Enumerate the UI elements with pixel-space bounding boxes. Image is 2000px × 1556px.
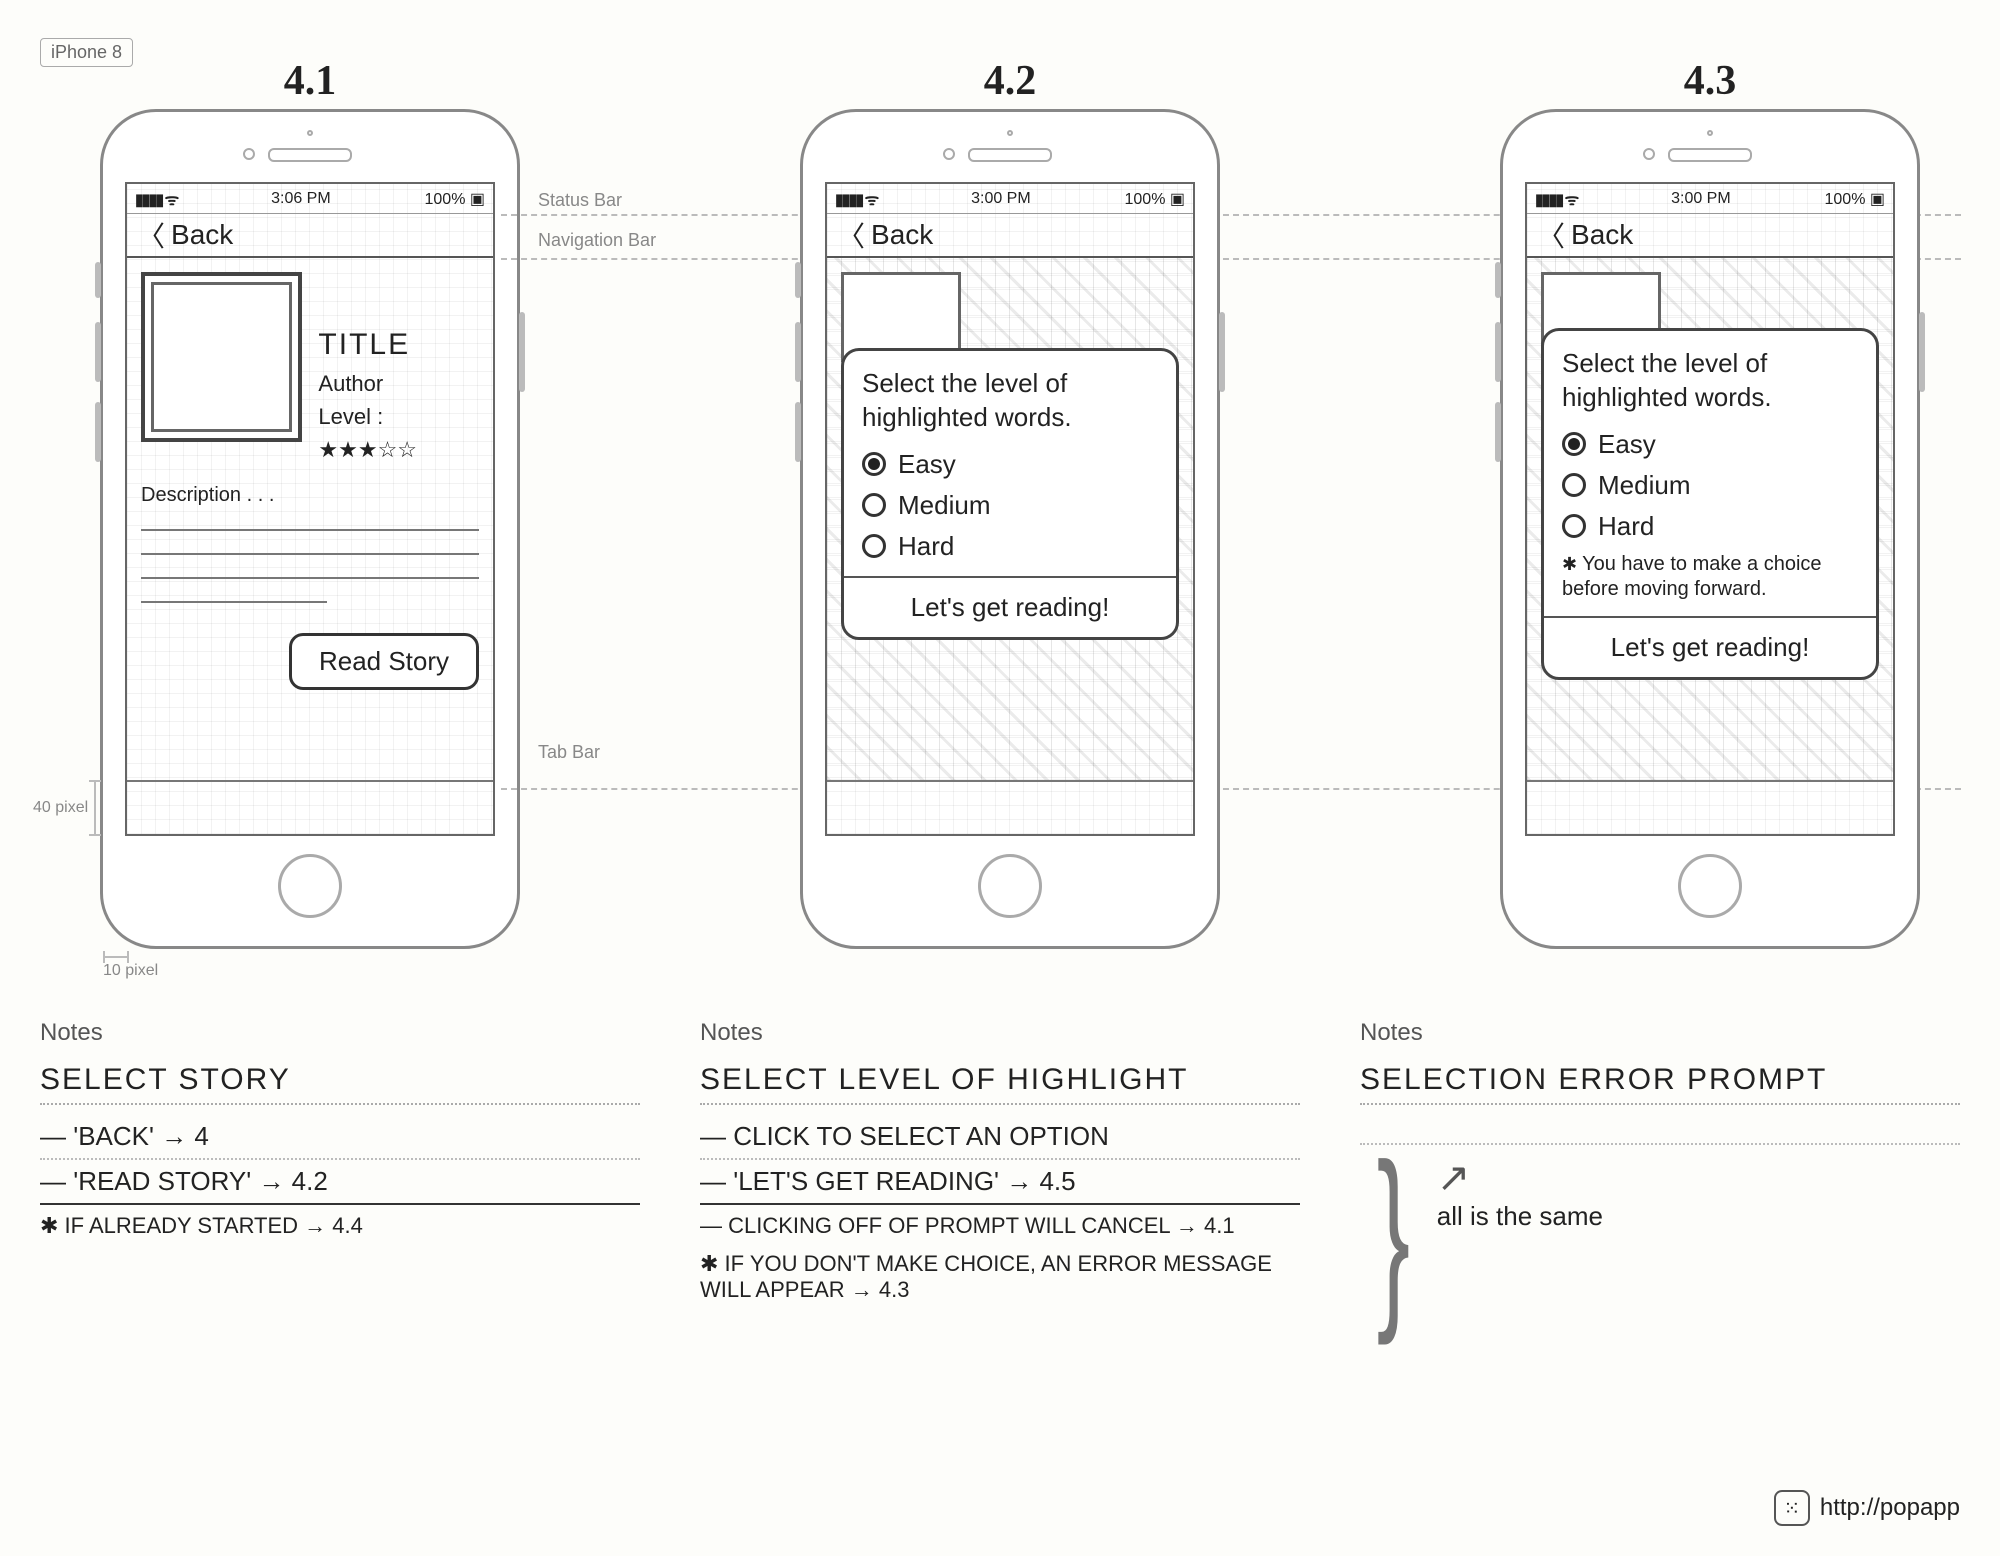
- option-label: Hard: [1598, 511, 1654, 542]
- radio-unchecked-icon: [1562, 473, 1586, 497]
- arrow-doodle-icon: ↗: [1437, 1155, 1603, 1201]
- notes-title-3: SELECTION ERROR PROMPT: [1360, 1063, 1960, 1105]
- back-button[interactable]: 〈 Back: [1537, 215, 1633, 255]
- story-meta: TITLE Author Level : ★★★☆☆: [318, 322, 479, 466]
- notes-col-2: Notes SELECT LEVEL OF HIGHLIGHT — CLICK …: [700, 1019, 1300, 1315]
- level-select-modal-error: Select the level of highlighted words. E…: [1541, 328, 1879, 680]
- note-footnote: IF ALREADY STARTED → 4.4: [40, 1205, 640, 1243]
- option-label: Medium: [898, 490, 990, 521]
- tab-bar: [127, 780, 493, 834]
- option-medium[interactable]: Medium: [1562, 470, 1858, 501]
- status-time: 3:00 PM: [971, 190, 1031, 208]
- note-sub: — CLICKING OFF OF PROMPT WILL CANCEL → 4…: [700, 1205, 1300, 1243]
- notes-heading: Notes: [40, 1019, 640, 1047]
- app-icon: ⁙: [1774, 1490, 1810, 1526]
- back-button[interactable]: 〈 Back: [137, 215, 233, 255]
- lets-get-reading-button[interactable]: Let's get reading!: [844, 576, 1176, 637]
- radio-unchecked-icon: [862, 534, 886, 558]
- story-author: Author: [318, 367, 479, 400]
- brace-icon: }: [1377, 1155, 1410, 1315]
- read-story-button[interactable]: Read Story: [289, 633, 479, 690]
- home-button-icon: [278, 854, 342, 918]
- label-tab-bar: Tab Bar: [538, 742, 600, 763]
- footer-link[interactable]: ⁙ http://popapp: [1774, 1490, 1960, 1526]
- description-label: Description . . .: [141, 484, 479, 507]
- story-level-label: Level :: [318, 404, 383, 429]
- screen-number-1: 4.1: [284, 57, 337, 105]
- radio-checked-icon: [1562, 432, 1586, 456]
- radio-unchecked-icon: [1562, 514, 1586, 538]
- option-hard[interactable]: Hard: [862, 531, 1158, 562]
- description-placeholder-lines: [141, 517, 479, 603]
- notes-col-1: Notes SELECT STORY — 'BACK' → 4 — 'READ …: [40, 1019, 640, 1315]
- tab-bar: [827, 780, 1193, 834]
- option-label: Easy: [1598, 429, 1656, 460]
- screen-number-3: 4.3: [1684, 57, 1737, 105]
- home-button-icon: [1678, 854, 1742, 918]
- error-message: You have to make a choice before moving …: [1562, 552, 1858, 602]
- status-bar: ▮▮▮▮ ᯤ 3:06 PM 100% ▣: [127, 184, 493, 214]
- option-medium[interactable]: Medium: [862, 490, 1158, 521]
- ruler-vertical: 40 pixel: [33, 780, 96, 836]
- back-label: Back: [171, 219, 233, 251]
- label-status-bar: Status Bar: [538, 190, 622, 211]
- lets-get-reading-button[interactable]: Let's get reading!: [1544, 616, 1876, 677]
- note-footnote: IF YOU DON'T MAKE CHOICE, AN ERROR MESSA…: [700, 1243, 1300, 1307]
- home-button-icon: [978, 854, 1042, 918]
- phone-frame-2: ▮▮▮▮ ᯤ 3:00 PM 100% ▣ 〈 Back Select the …: [800, 109, 1220, 949]
- battery-icon: 100% ▣: [425, 189, 485, 209]
- tab-bar: [1527, 780, 1893, 834]
- battery-icon: 100% ▣: [1825, 189, 1885, 209]
- footer-url: http://popapp: [1820, 1494, 1960, 1522]
- signal-icon: ▮▮▮▮ ᯤ: [835, 188, 877, 210]
- status-time: 3:00 PM: [1671, 190, 1731, 208]
- navigation-bar: 〈 Back: [127, 214, 493, 258]
- ruler-horizontal: 10 pixel: [103, 956, 158, 980]
- story-cover-image: [141, 272, 302, 442]
- option-label: Easy: [898, 449, 956, 480]
- note-line: — 'LET'S GET READING' → 4.5: [700, 1160, 1300, 1205]
- signal-icon: ▮▮▮▮ ᯤ: [1535, 188, 1577, 210]
- option-easy[interactable]: Easy: [862, 449, 1158, 480]
- back-label: Back: [871, 219, 933, 251]
- chevron-left-icon: 〈: [1537, 215, 1565, 255]
- notes-aside: all is the same: [1437, 1201, 1603, 1232]
- notes-title-2: SELECT LEVEL OF HIGHLIGHT: [700, 1063, 1300, 1105]
- phone-frame-3: ▮▮▮▮ ᯤ 3:00 PM 100% ▣ 〈 Back Select the …: [1500, 109, 1920, 949]
- radio-unchecked-icon: [862, 493, 886, 517]
- battery-icon: 100% ▣: [1125, 189, 1185, 209]
- signal-icon: ▮▮▮▮ ᯤ: [135, 188, 177, 210]
- star-rating-icon: ★★★☆☆: [318, 437, 417, 462]
- story-title: TITLE: [318, 322, 479, 367]
- option-easy[interactable]: Easy: [1562, 429, 1858, 460]
- note-line: — CLICK TO SELECT AN OPTION: [700, 1115, 1300, 1160]
- back-label: Back: [1571, 219, 1633, 251]
- status-bar: ▮▮▮▮ ᯤ 3:00 PM 100% ▣: [827, 184, 1193, 214]
- note-line: — 'BACK' → 4: [40, 1115, 640, 1160]
- option-label: Medium: [1598, 470, 1690, 501]
- navigation-bar: 〈 Back: [827, 214, 1193, 258]
- chevron-left-icon: 〈: [137, 215, 165, 255]
- navigation-bar: 〈 Back: [1527, 214, 1893, 258]
- status-time: 3:06 PM: [271, 190, 331, 208]
- status-bar: ▮▮▮▮ ᯤ 3:00 PM 100% ▣: [1527, 184, 1893, 214]
- level-select-modal: Select the level of highlighted words. E…: [841, 348, 1179, 640]
- modal-prompt: Select the level of highlighted words.: [862, 367, 1158, 435]
- phone-frame-1: 40 pixel 10 pixel Status Bar Navigation …: [100, 109, 520, 949]
- chevron-left-icon: 〈: [837, 215, 865, 255]
- note-line-empty: [1360, 1115, 1960, 1145]
- screen-number-2: 4.2: [984, 57, 1037, 105]
- notes-heading: Notes: [1360, 1019, 1960, 1047]
- option-hard[interactable]: Hard: [1562, 511, 1858, 542]
- back-button[interactable]: 〈 Back: [837, 215, 933, 255]
- modal-prompt: Select the level of highlighted words.: [1562, 347, 1858, 415]
- notes-heading: Notes: [700, 1019, 1300, 1047]
- note-line: — 'READ STORY' → 4.2: [40, 1160, 640, 1205]
- label-nav-bar: Navigation Bar: [538, 230, 656, 251]
- notes-col-3: Notes SELECTION ERROR PROMPT } ↗ all is …: [1360, 1019, 1960, 1315]
- notes-title-1: SELECT STORY: [40, 1063, 640, 1105]
- radio-checked-icon: [862, 452, 886, 476]
- option-label: Hard: [898, 531, 954, 562]
